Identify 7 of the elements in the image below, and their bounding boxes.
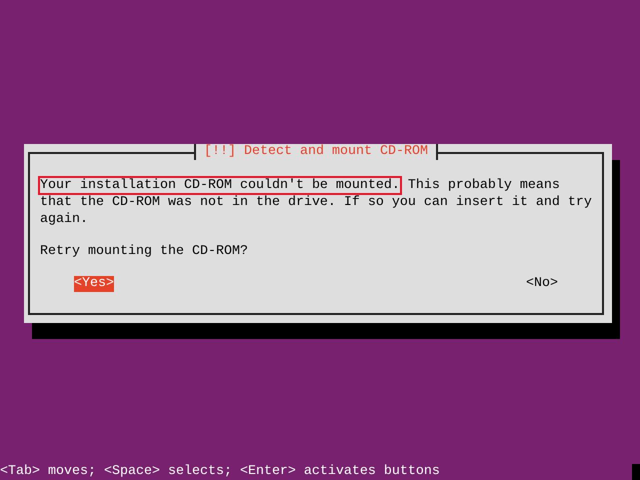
error-message: Your installation CD-ROM couldn't be mounted. This probably means that the CD-ROM was not in the drive. If so you can insert it and try again.: [40, 177, 592, 228]
text-cursor: [632, 464, 640, 480]
question-text: Retry mounting the CD-ROM?: [40, 244, 249, 260]
status-text: <Tab> moves; <Space> selects; <Enter> activates buttons: [0, 464, 440, 480]
dialog-title: [!!] Detect and mount CD-ROM: [194, 144, 438, 160]
no-button[interactable]: <No>: [526, 276, 558, 292]
yes-button[interactable]: <Yes>: [74, 276, 114, 292]
